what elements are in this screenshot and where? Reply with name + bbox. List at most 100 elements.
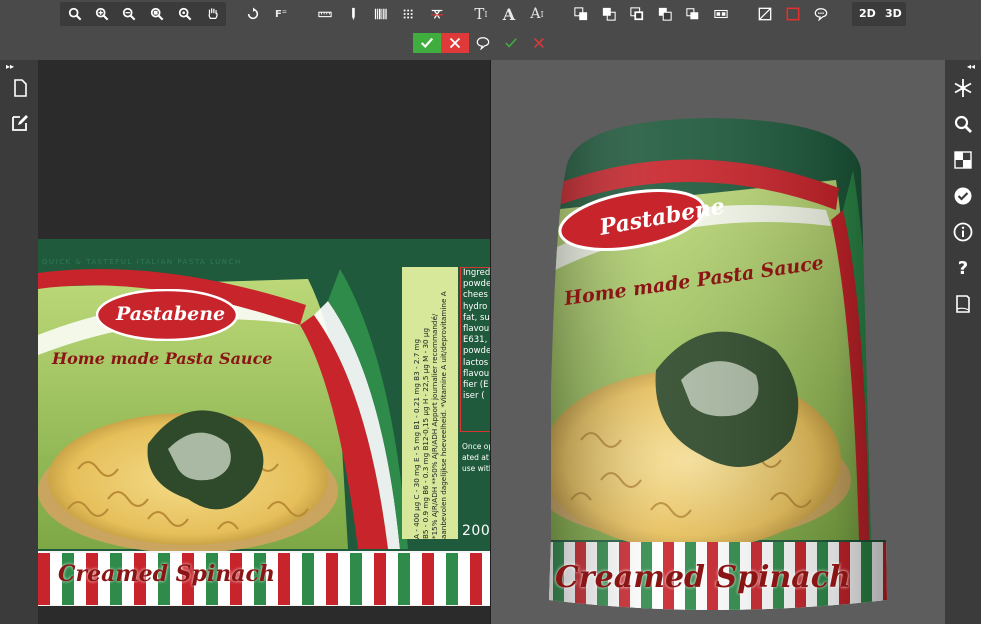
nutrition-line: A - 400 µg C - 30 mg E - 5 mg B1 - 0.21 …: [412, 338, 421, 539]
pen-icon[interactable]: [344, 5, 362, 23]
reject-button[interactable]: [441, 33, 469, 53]
help-icon[interactable]: ?: [951, 256, 975, 280]
stripe: [410, 553, 422, 605]
text-case-icon[interactable]: AI: [528, 5, 546, 23]
stripe: [38, 553, 50, 605]
zoom-group: [60, 2, 226, 26]
ingredient-line: fier (E: [463, 380, 489, 391]
speech-bubble-icon[interactable]: [474, 34, 492, 52]
comment-icon[interactable]: [812, 5, 830, 23]
fill-color-icon[interactable]: [756, 5, 774, 23]
can-stripe: [916, 542, 927, 622]
stripe: [374, 553, 386, 605]
search-icon[interactable]: [66, 5, 84, 23]
text-size-icon[interactable]: TI: [472, 5, 490, 23]
net-weight-text: 200: [462, 523, 490, 539]
zoom-actual-icon[interactable]: [176, 5, 194, 23]
ungroup-icon[interactable]: [712, 5, 730, 23]
stripe: [458, 553, 470, 605]
right-rail: ◂◂ ?: [945, 60, 981, 624]
cross-icon[interactable]: [530, 34, 548, 52]
ingredient-line: flavou: [463, 368, 490, 379]
left-rail: ▸▸: [0, 60, 38, 624]
stripe: [398, 553, 410, 605]
ingredient-line: flavou: [463, 324, 490, 335]
collapse-right-icon[interactable]: ◂◂: [967, 62, 975, 71]
artwork-2d-panel: QUICK & TASTEFUL ITALIAN PASTA LUNCH Pas…: [38, 60, 490, 624]
hand-icon[interactable]: [204, 5, 222, 23]
fields-icon[interactable]: F⁼: [272, 5, 290, 23]
tagline-text: QUICK & TASTEFUL ITALIAN PASTA LUNCH: [42, 258, 242, 266]
view-3d-button[interactable]: 3D: [879, 5, 908, 23]
checker-icon[interactable]: [951, 148, 975, 172]
nutrition-lines: A - 400 µg C - 30 mg E - 5 mg B1 - 0.21 …: [412, 267, 448, 539]
zoom-fit-icon[interactable]: [148, 5, 166, 23]
search-icon[interactable]: [951, 112, 975, 136]
review-row: [413, 33, 553, 53]
top-toolbar: F⁼ TI A AI 2D 3D: [0, 0, 981, 60]
edit-icon[interactable]: [8, 110, 32, 134]
stripe: [482, 553, 490, 605]
stripe: [386, 553, 398, 605]
stripe: [290, 553, 302, 605]
stripe: [326, 553, 338, 605]
nutrition-panel: A - 400 µg C - 30 mg E - 5 mg B1 - 0.21 …: [402, 267, 458, 539]
check-circle-icon[interactable]: [951, 184, 975, 208]
ingredients-text-box[interactable]: Ingred powde chees hydro fat, su flavou …: [460, 267, 490, 432]
prep-line: Once op: [462, 442, 490, 451]
stripe: [434, 553, 446, 605]
layer-forward-icon[interactable]: [628, 5, 646, 23]
can-3d-render[interactable]: [491, 60, 945, 624]
tool-row: F⁼ TI A AI 2D 3D: [0, 2, 981, 26]
stripe: [302, 553, 314, 605]
can-stripe: [905, 542, 916, 622]
stripe: [338, 553, 350, 605]
stripe: [470, 553, 482, 605]
prep-line: use with: [462, 464, 490, 473]
preparation-text: Once op ated at use with: [462, 441, 490, 474]
ingredient-line: iser (: [463, 391, 485, 402]
nutrition-line: aanbevolen dagelijkse hoeveelheid. *Vita…: [439, 291, 448, 539]
dot-grid-icon[interactable]: [400, 5, 418, 23]
stripe: [314, 553, 326, 605]
strike-text-icon[interactable]: [428, 5, 446, 23]
can-stripe: [894, 542, 905, 622]
zoom-out-icon[interactable]: [120, 5, 138, 23]
stripe: [362, 553, 374, 605]
view-2d-button[interactable]: 2D: [853, 5, 882, 23]
page-icon[interactable]: [8, 76, 32, 100]
group-icon[interactable]: [684, 5, 702, 23]
ingredient-line: fat, su: [463, 312, 490, 323]
approve-button[interactable]: [413, 33, 441, 53]
stripe: [278, 553, 290, 605]
can-stripe: [531, 542, 542, 622]
zoom-in-icon[interactable]: [93, 5, 111, 23]
layer-front-icon[interactable]: [572, 5, 590, 23]
collapse-left-icon[interactable]: ▸▸: [6, 62, 14, 71]
nutrition-line: B5 - 0.9 mg B6 - 0.3 mg B12-0,15 µg H - …: [421, 327, 430, 539]
ingredient-line: hydro: [463, 301, 488, 312]
product-name-text: Creamed Spinach: [58, 561, 275, 587]
ingredient-line: lactos: [463, 357, 489, 368]
ingredient-line: E631,: [463, 335, 488, 346]
document-icon[interactable]: [951, 292, 975, 316]
can-product-text: Creamed Spinach: [555, 560, 851, 595]
rotate-icon[interactable]: [244, 5, 262, 23]
font-icon[interactable]: A: [500, 5, 518, 24]
ingredient-line: Ingred: [463, 268, 490, 278]
stripe: [422, 553, 434, 605]
stroke-color-icon[interactable]: [784, 5, 802, 23]
flat-label-artwork[interactable]: QUICK & TASTEFUL ITALIAN PASTA LUNCH Pas…: [38, 239, 490, 606]
info-icon[interactable]: [951, 220, 975, 244]
snowflake-icon[interactable]: [951, 76, 975, 100]
prep-line: ated at: [462, 453, 489, 462]
layer-backward-icon[interactable]: [656, 5, 674, 23]
layer-back-icon[interactable]: [600, 5, 618, 23]
stripe: [446, 553, 458, 605]
nutrition-line: *15% AJR/ADH **50% AJR/ADH Apport journa…: [430, 313, 439, 539]
barcode-icon[interactable]: [372, 5, 390, 23]
ruler-icon[interactable]: [316, 5, 334, 23]
check-icon[interactable]: [502, 34, 520, 52]
brand-logo-text: Pastabene: [116, 303, 226, 325]
preview-3d-panel: Pastabene Home made Pasta Sauce Creamed …: [491, 60, 945, 624]
